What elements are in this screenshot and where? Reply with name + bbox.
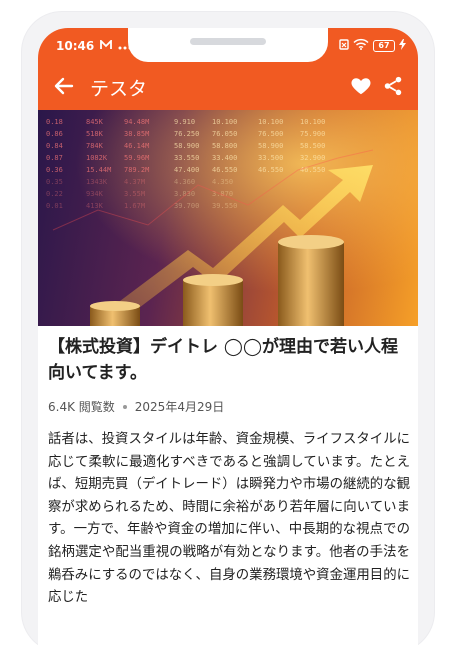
ticker-cell: 32.900: [300, 154, 325, 162]
ticker-cell: 47.400: [174, 166, 199, 174]
ticker-cell: 0.22: [46, 190, 63, 198]
ticker-cell: 0.01: [46, 202, 63, 210]
ticker-cell: 76.250: [174, 130, 199, 138]
ticker-cell: 39.550: [212, 202, 237, 210]
speaker-grille: [190, 38, 266, 45]
meta-separator: [122, 404, 127, 409]
ticker-cell: 4.360: [174, 178, 195, 186]
status-right: 67: [339, 38, 406, 53]
sim-icon: [339, 38, 349, 53]
ticker-cell: 3.830: [174, 190, 195, 198]
coin-stack-large: [278, 235, 344, 326]
ticker-cell: 75.900: [300, 130, 325, 138]
ticker-cell: 518K: [86, 130, 104, 138]
ticker-cell: 3.55M: [124, 190, 145, 198]
battery-level: 67: [378, 41, 390, 50]
ticker-cell: 10.100: [212, 118, 237, 126]
ticker-cell: 789.2M: [124, 166, 149, 174]
ticker-cell: 845K: [86, 118, 104, 126]
heart-icon[interactable]: [350, 75, 372, 97]
ticker-cell: 10.100: [300, 118, 325, 126]
wifi-icon: [353, 38, 369, 53]
ticker-cell: 15.44M: [86, 166, 111, 174]
ticker-cell: 76.050: [212, 130, 237, 138]
ticker-cell: 0.36: [46, 166, 63, 174]
ticker-cell: 38.85M: [124, 130, 149, 138]
ticker-cell: 0.87: [46, 154, 63, 162]
ticker-cell: 58.900: [258, 142, 283, 150]
ticker-cell: 0.18: [46, 118, 63, 126]
status-time: 10:46: [56, 39, 95, 53]
coin-stack-small: [90, 301, 140, 326]
ticker-cell: 4.37M: [124, 178, 145, 186]
ticker-cell: 39.700: [174, 202, 199, 210]
ticker-cell: 4.350: [212, 178, 233, 186]
mail-icon: [100, 38, 113, 53]
ticker-cell: 46.550: [258, 166, 283, 174]
ticker-cell: 784K: [86, 142, 104, 150]
ticker-cell: 46.550: [212, 166, 237, 174]
article: 【株式投資】デイトレ ◯◯が理由で若い人程向いてます。 6.4K 閲覧数 202…: [48, 334, 410, 610]
ticker-cell: 1082K: [86, 154, 108, 162]
ticker-cell: 59.96M: [124, 154, 149, 162]
ticker-cell: 58.900: [174, 142, 199, 150]
app-bar-title: テスタ: [90, 78, 148, 100]
view-count: 6.4K 閲覧数: [48, 400, 115, 414]
charging-icon: [399, 38, 406, 53]
ticker-cell: 76.500: [258, 130, 283, 138]
app-bar: テスタ: [38, 62, 418, 110]
ticker-cell: 1343K: [86, 178, 108, 186]
battery-icon: 67: [373, 39, 395, 52]
stock-ticker-background: 0.18 845K 94.48M 9.910 10.100 10.100 10.100 0.8…: [38, 110, 418, 326]
hero-image: 0.18 845K 94.48M 9.910 10.100 10.100 10.100 0.8…: [38, 110, 418, 326]
back-arrow-icon[interactable]: [52, 74, 76, 98]
ticker-cell: 9.910: [174, 118, 195, 126]
ticker-cell: 46.14M: [124, 142, 149, 150]
ticker-cell: 0.84: [46, 142, 63, 150]
ticker-cell: 3.870: [212, 190, 233, 198]
ticker-cell: 46.550: [300, 166, 325, 174]
coin-stack-medium: [183, 274, 243, 326]
article-headline: 【株式投資】デイトレ ◯◯が理由で若い人程向いてます。: [48, 337, 398, 383]
ticker-cell: 58.800: [212, 142, 237, 150]
share-icon[interactable]: [382, 75, 404, 97]
ticker-cell: 33.550: [174, 154, 199, 162]
ticker-cell: 94.48M: [124, 118, 149, 126]
camera-notch: [128, 28, 328, 62]
ticker-cell: 0.86: [46, 130, 63, 138]
ticker-cell: 33.500: [258, 154, 283, 162]
app-screen: 10:46 67 テスタ 0.18 845K 94.48M 9.910 10.1…: [38, 28, 418, 668]
ticker-cell: 413K: [86, 202, 104, 210]
article-body: 話者は、投資スタイルは年齢、資金規模、ライフスタイルに応じて柔軟に最適化すべきで…: [48, 432, 410, 606]
status-left: 10:46: [56, 38, 132, 53]
ticker-cell: 1.67M: [124, 202, 145, 210]
ticker-cell: 10.100: [258, 118, 283, 126]
status-bar: 10:46 67: [38, 28, 418, 62]
article-meta: 6.4K 閲覧数 2025年4月29日: [48, 398, 410, 415]
ticker-cell: 33.400: [212, 154, 237, 162]
ticker-cell: 0.35: [46, 178, 63, 186]
publish-date: 2025年4月29日: [134, 400, 225, 414]
ticker-cell: 58.500: [300, 142, 325, 150]
ticker-cell: 934K: [86, 190, 104, 198]
